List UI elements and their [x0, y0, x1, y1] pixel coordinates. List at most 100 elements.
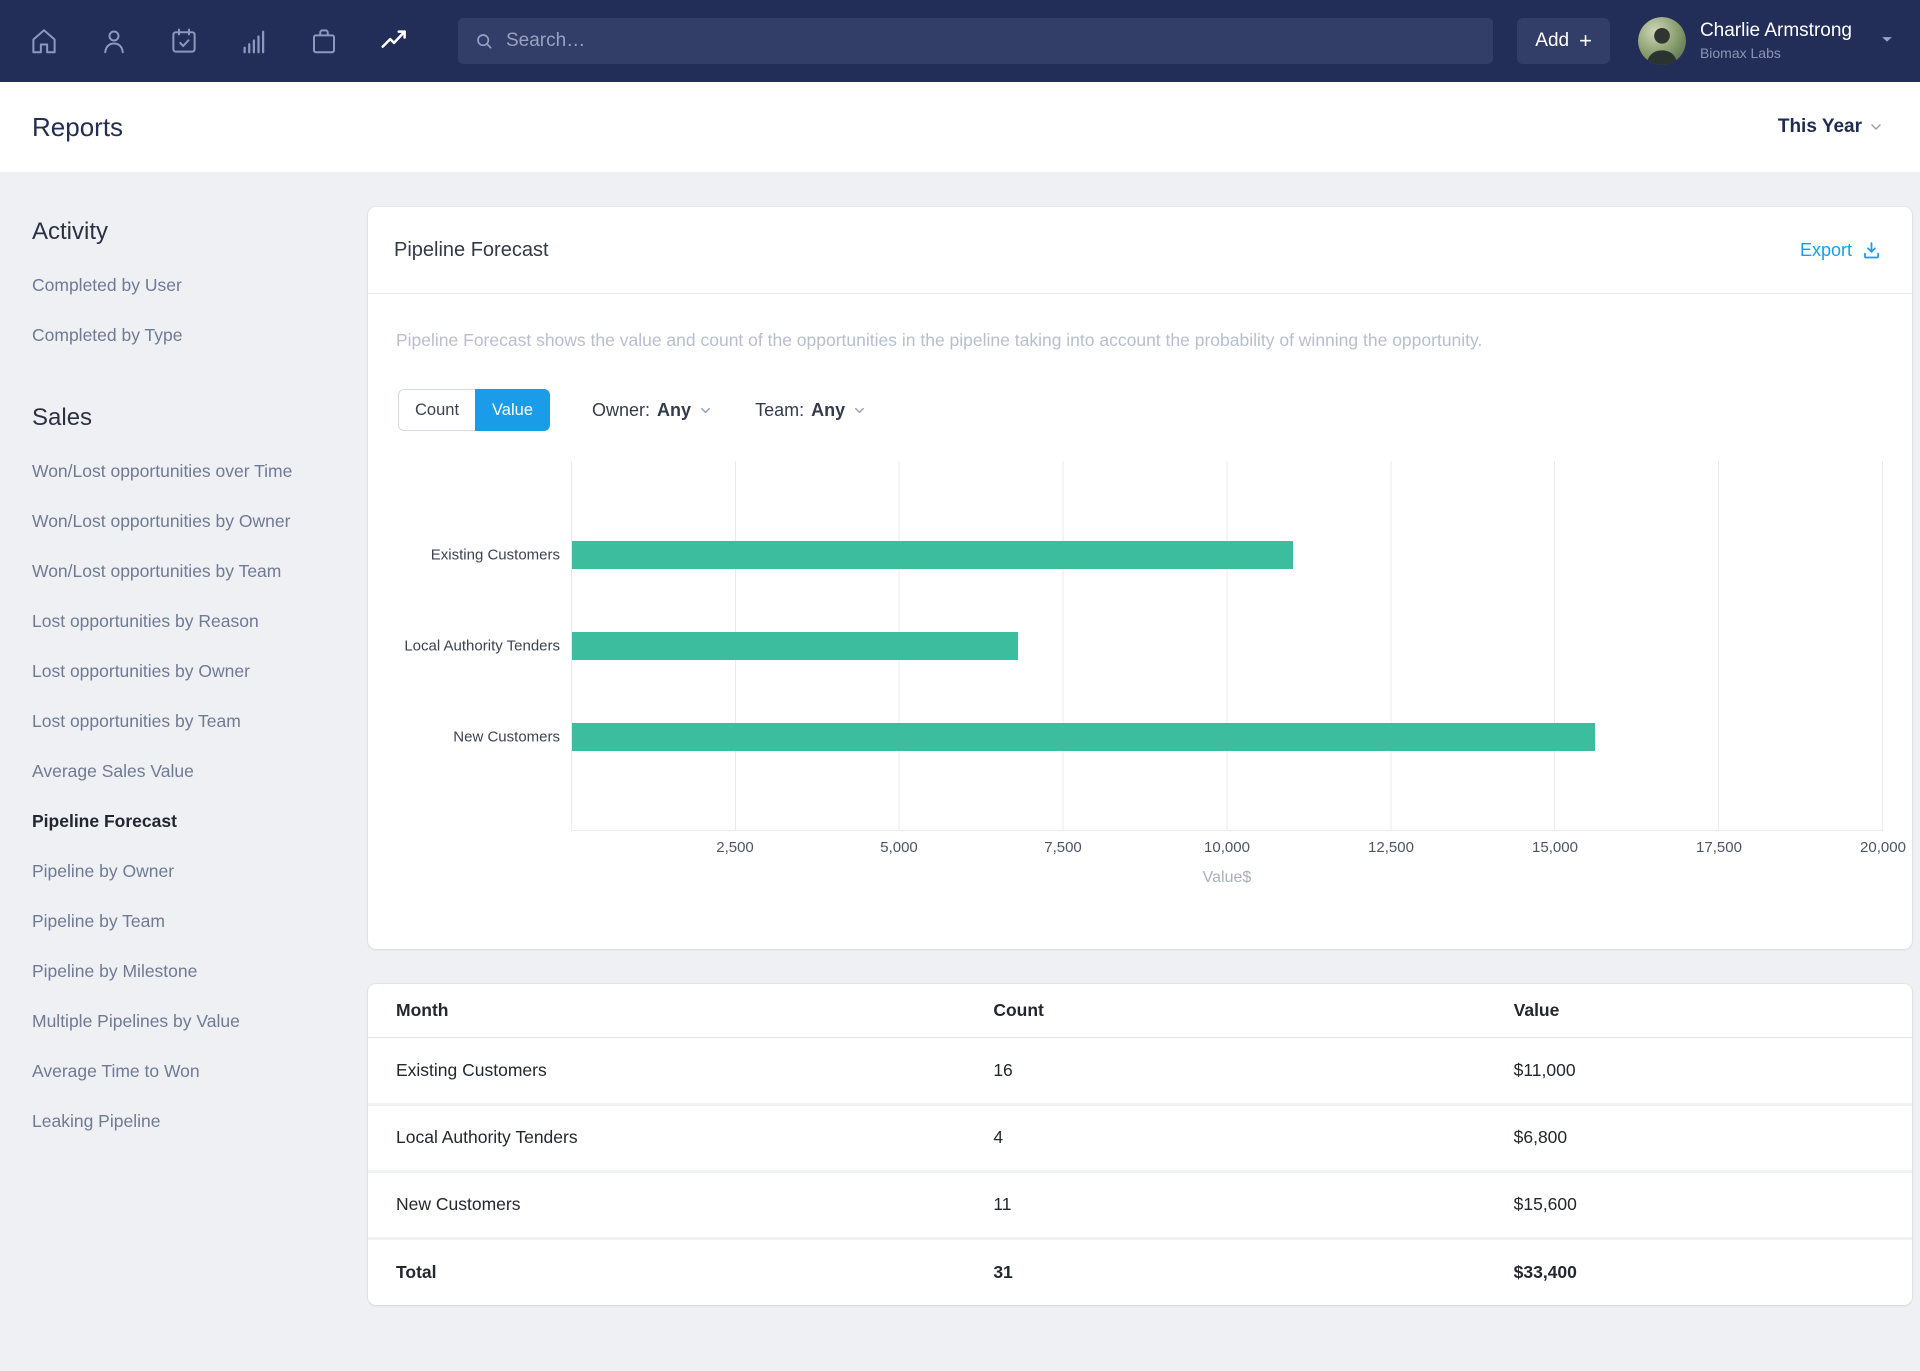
column-header-value: Value: [1514, 984, 1912, 1037]
chart-bar-row: Local Authority Tenders: [572, 632, 1883, 660]
search-input[interactable]: [506, 30, 1477, 52]
sidebar-item-lost-by-owner[interactable]: Lost opportunities by Owner: [32, 646, 358, 696]
chevron-down-icon: [852, 403, 867, 418]
table-header-row: Month Count Value: [368, 984, 1912, 1037]
chart-category-label: New Customers: [453, 729, 560, 746]
people-icon[interactable]: [98, 25, 130, 57]
sidebar-heading-activity: Activity: [32, 218, 358, 246]
add-button[interactable]: Add +: [1517, 18, 1610, 64]
owner-filter-dropdown[interactable]: Owner: Any: [592, 400, 713, 421]
content: Activity Completed by User Completed by …: [0, 172, 1920, 1305]
sidebar-item-lost-by-reason[interactable]: Lost opportunities by Reason: [32, 596, 358, 646]
cell-count: 11: [993, 1171, 1513, 1238]
sidebar-item-pipeline-by-team[interactable]: Pipeline by Team: [32, 896, 358, 946]
sidebar-item-leaking-pipeline[interactable]: Leaking Pipeline: [32, 1096, 358, 1146]
table-row: Local Authority Tenders 4 $6,800: [368, 1104, 1912, 1171]
table-total-row: Total 31 $33,400: [368, 1238, 1912, 1305]
x-tick: 7,500: [1044, 839, 1082, 856]
chevron-down-icon: [1868, 119, 1884, 135]
cell-month: New Customers: [368, 1171, 993, 1238]
x-tick: 17,500: [1696, 839, 1742, 856]
chart-bar-existing-customers: [572, 541, 1293, 569]
plus-icon: +: [1579, 30, 1592, 52]
column-header-month: Month: [368, 984, 993, 1037]
cell-month: Existing Customers: [368, 1037, 993, 1104]
count-toggle-button[interactable]: Count: [398, 389, 476, 431]
reports-sidebar: Activity Completed by User Completed by …: [0, 172, 368, 1190]
table-row: New Customers 11 $15,600: [368, 1171, 1912, 1238]
chart-controls: Count Value Owner: Any Team: Any: [398, 389, 1884, 431]
home-icon[interactable]: [28, 25, 60, 57]
chevron-down-icon[interactable]: [1878, 30, 1896, 53]
activity-report-list: Completed by User Completed by Type: [32, 260, 358, 360]
x-tick: 20,000: [1860, 839, 1906, 856]
chart-category-label: Local Authority Tenders: [404, 638, 560, 655]
sidebar-item-average-time-to-won[interactable]: Average Time to Won: [32, 1046, 358, 1096]
download-icon: [1861, 240, 1882, 261]
cell-month: Local Authority Tenders: [368, 1104, 993, 1171]
report-description: Pipeline Forecast shows the value and co…: [396, 330, 1884, 351]
cell-value: $11,000: [1514, 1037, 1912, 1104]
cell-count: 4: [993, 1104, 1513, 1171]
chart-x-axis-label: Value$: [571, 869, 1883, 887]
sidebar-item-pipeline-forecast[interactable]: Pipeline Forecast: [32, 796, 358, 846]
export-label: Export: [1800, 240, 1852, 261]
page-header: Reports This Year: [0, 82, 1920, 172]
pipeline-forecast-chart: Existing Customers Local Authority Tende…: [396, 461, 1883, 887]
cell-total-value: $33,400: [1514, 1238, 1912, 1305]
page-title: Reports: [32, 112, 123, 143]
pipeline-forecast-table-card: Month Count Value Existing Customers 16 …: [368, 984, 1912, 1305]
export-button[interactable]: Export: [1800, 240, 1882, 261]
sales-report-list: Won/Lost opportunities over Time Won/Los…: [32, 446, 358, 1146]
chart-plot-area: Existing Customers Local Authority Tende…: [571, 461, 1883, 831]
search-icon: [474, 31, 494, 51]
avatar: [1638, 17, 1686, 65]
user-name: Charlie Armstrong: [1700, 19, 1852, 43]
team-filter-value: Any: [811, 400, 845, 421]
sidebar-heading-sales: Sales: [32, 404, 358, 432]
sidebar-item-multiple-pipelines-by-value[interactable]: Multiple Pipelines by Value: [32, 996, 358, 1046]
sidebar-item-completed-by-user[interactable]: Completed by User: [32, 260, 358, 310]
cell-value: $15,600: [1514, 1171, 1912, 1238]
card-title: Pipeline Forecast: [394, 239, 549, 262]
chart-bar-new-customers: [572, 723, 1595, 751]
owner-filter-value: Any: [657, 400, 691, 421]
chart-bar-row: New Customers: [572, 723, 1883, 751]
chart-bar-local-authority-tenders: [572, 632, 1018, 660]
x-tick: 2,500: [716, 839, 754, 856]
count-value-toggle: Count Value: [398, 389, 550, 431]
pipeline-forecast-table: Month Count Value Existing Customers 16 …: [368, 984, 1912, 1305]
sidebar-item-wonlost-by-team[interactable]: Won/Lost opportunities by Team: [32, 546, 358, 596]
card-header: Pipeline Forecast Export: [368, 207, 1912, 294]
sidebar-item-pipeline-by-owner[interactable]: Pipeline by Owner: [32, 846, 358, 896]
sidebar-item-lost-by-team[interactable]: Lost opportunities by Team: [32, 696, 358, 746]
cell-value: $6,800: [1514, 1104, 1912, 1171]
calendar-tasks-icon[interactable]: [168, 25, 200, 57]
add-button-label: Add: [1535, 30, 1569, 52]
period-dropdown[interactable]: This Year: [1778, 116, 1884, 138]
chart-x-axis-ticks: 2,500 5,000 7,500 10,000 12,500 15,000 1…: [571, 839, 1883, 861]
value-toggle-button[interactable]: Value: [475, 389, 550, 431]
team-filter-dropdown[interactable]: Team: Any: [755, 400, 867, 421]
user-meta: Charlie Armstrong Biomax Labs: [1700, 19, 1852, 62]
chart-bar-row: Existing Customers: [572, 541, 1883, 569]
pipeline-trend-icon[interactable]: [378, 25, 410, 57]
sidebar-item-wonlost-by-owner[interactable]: Won/Lost opportunities by Owner: [32, 496, 358, 546]
sidebar-item-wonlost-over-time[interactable]: Won/Lost opportunities over Time: [32, 446, 358, 496]
x-tick: 10,000: [1204, 839, 1250, 856]
primary-nav: [28, 25, 410, 57]
cell-count: 16: [993, 1037, 1513, 1104]
x-tick: 12,500: [1368, 839, 1414, 856]
user-menu[interactable]: Charlie Armstrong Biomax Labs: [1638, 17, 1896, 65]
sidebar-item-completed-by-type[interactable]: Completed by Type: [32, 310, 358, 360]
cases-icon[interactable]: [308, 25, 340, 57]
team-filter-label: Team:: [755, 400, 804, 421]
chart-category-label: Existing Customers: [431, 547, 560, 564]
sidebar-item-average-sales-value[interactable]: Average Sales Value: [32, 746, 358, 796]
owner-filter-label: Owner:: [592, 400, 650, 421]
bar-chart-icon[interactable]: [238, 25, 270, 57]
sidebar-item-pipeline-by-milestone[interactable]: Pipeline by Milestone: [32, 946, 358, 996]
period-label: This Year: [1778, 116, 1862, 138]
main-panel: Pipeline Forecast Export Pipeline Foreca…: [368, 207, 1912, 1305]
pipeline-forecast-card: Pipeline Forecast Export Pipeline Foreca…: [368, 207, 1912, 949]
